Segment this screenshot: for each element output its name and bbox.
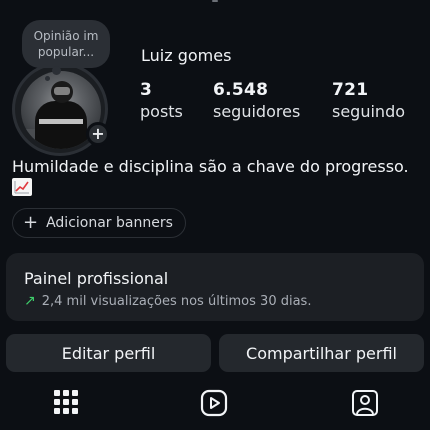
stat-posts[interactable]: 3 posts bbox=[140, 80, 183, 121]
top-dash bbox=[212, 0, 218, 2]
chart-increasing-icon bbox=[12, 178, 32, 196]
profile-tabs bbox=[0, 384, 430, 424]
top-indicator bbox=[0, 0, 430, 4]
posts-label: posts bbox=[140, 102, 183, 121]
photo-rider-visor bbox=[54, 87, 70, 95]
edit-profile-button[interactable]: Editar perfil bbox=[6, 334, 211, 372]
stat-followers[interactable]: 6.548 seguidores bbox=[213, 80, 300, 121]
stat-following[interactable]: 721 seguindo bbox=[332, 80, 405, 121]
note-bubble[interactable]: Opinião im popular... bbox=[22, 20, 110, 68]
profile-username: Luiz gomes bbox=[141, 46, 232, 65]
professional-dashboard-title: Painel profissional bbox=[24, 269, 169, 288]
photo-rider-body bbox=[35, 101, 87, 149]
reels-icon bbox=[200, 389, 228, 417]
add-story-button[interactable]: + bbox=[86, 122, 110, 146]
tagged-icon bbox=[352, 390, 378, 416]
share-profile-label: Compartilhar perfil bbox=[246, 343, 397, 363]
add-banners-label: Adicionar banners bbox=[46, 215, 173, 231]
professional-dashboard-subtitle-row: ↗ 2,4 mil visualizações nos últimos 30 d… bbox=[24, 293, 311, 309]
profile-stats: 3 posts 6.548 seguidores 721 seguindo bbox=[140, 80, 420, 126]
add-banners-button[interactable]: + Adicionar banners bbox=[12, 208, 186, 238]
edit-profile-label: Editar perfil bbox=[61, 343, 156, 363]
profile-bio: Humildade e disciplina são a chave do pr… bbox=[12, 157, 409, 176]
note-text: Opinião im popular... bbox=[33, 29, 99, 59]
following-label: seguindo bbox=[332, 102, 406, 121]
note-bubble-tail-large bbox=[52, 66, 61, 75]
posts-count: 3 bbox=[140, 80, 153, 100]
photo-rider-stripe bbox=[39, 119, 83, 124]
professional-dashboard-subtitle: 2,4 mil visualizações nos últimos 30 dia… bbox=[41, 293, 312, 309]
followers-label: seguidores bbox=[213, 102, 301, 121]
grid-icon bbox=[54, 390, 78, 414]
plus-icon: + bbox=[91, 123, 105, 143]
share-profile-button[interactable]: Compartilhar perfil bbox=[219, 334, 424, 372]
tab-reels[interactable] bbox=[199, 388, 229, 418]
note-bubble-tail-small bbox=[45, 76, 50, 81]
tab-posts-grid[interactable] bbox=[52, 388, 82, 418]
trend-up-arrow-icon: ↗ bbox=[24, 293, 36, 309]
professional-dashboard[interactable]: Painel profissional ↗ 2,4 mil visualizaç… bbox=[6, 253, 424, 321]
tab-tagged[interactable] bbox=[350, 388, 380, 418]
followers-count: 6.548 bbox=[213, 80, 269, 100]
following-count: 721 bbox=[332, 80, 369, 100]
plus-icon: + bbox=[23, 212, 39, 233]
